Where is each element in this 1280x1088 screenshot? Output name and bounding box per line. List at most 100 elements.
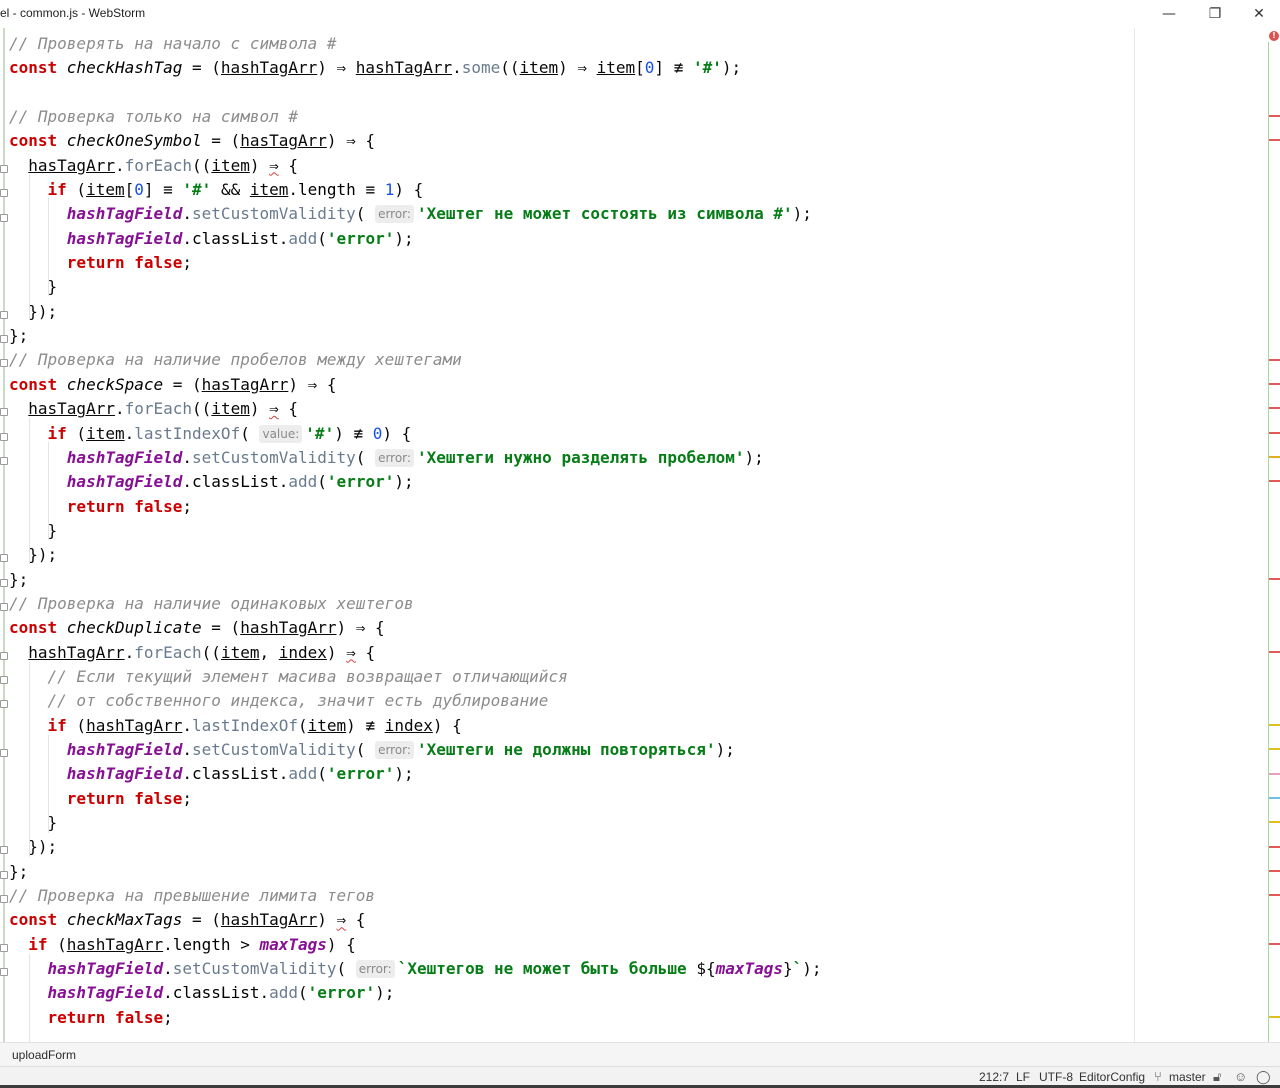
fold-toggle-icon[interactable]: [0, 944, 8, 952]
stripe-marker[interactable]: [1269, 1016, 1280, 1018]
code-line[interactable]: hasTagArr.forEach((item) ⇒ {: [9, 154, 822, 178]
code-line[interactable]: if (item[0] ≡ '#' && item.length ≡ 1) {: [9, 178, 822, 202]
fold-toggle-icon[interactable]: [0, 214, 8, 222]
code-line[interactable]: [9, 81, 822, 105]
code-line[interactable]: };: [9, 324, 822, 348]
fold-toggle-icon[interactable]: [0, 189, 8, 197]
code-line[interactable]: });: [9, 300, 822, 324]
code-line[interactable]: hashTagField.setCustomValidity( error: `Х…: [9, 957, 822, 981]
code-line[interactable]: hashTagField.setCustomValidity( error: 'Х…: [9, 738, 822, 762]
code-line[interactable]: hashTagField.classList.add('error');: [9, 470, 822, 494]
code-line[interactable]: // Проверка на наличие пробелов между хе…: [9, 348, 822, 372]
fold-toggle-icon[interactable]: [0, 165, 8, 173]
code-line[interactable]: const checkDuplicate = (hashTagArr) ⇒ {: [9, 616, 822, 640]
editor-config[interactable]: EditorConfig: [1079, 1070, 1145, 1084]
code-line[interactable]: return false;: [9, 1006, 822, 1030]
stripe-marker[interactable]: [1269, 821, 1280, 824]
code-line[interactable]: hashTagField.setCustomValidity( error: 'Х…: [9, 202, 822, 226]
code-line[interactable]: const checkHashTag = (hashTagArr) ⇒ hash…: [9, 56, 822, 80]
code-line[interactable]: hashTagField.setCustomValidity( error: 'Х…: [9, 446, 822, 470]
code-line[interactable]: };: [9, 568, 822, 592]
maximize-button[interactable]: ❐: [1192, 0, 1238, 28]
fold-toggle-icon[interactable]: [0, 554, 8, 562]
stripe-marker[interactable]: [1269, 748, 1280, 751]
fold-toggle-icon[interactable]: [0, 676, 8, 684]
code-line[interactable]: hashTagField.classList.add('error');: [9, 762, 822, 786]
code-token: item: [86, 423, 125, 443]
stripe-marker[interactable]: [1269, 894, 1280, 897]
code-line[interactable]: return false;: [9, 787, 822, 811]
code-line[interactable]: if (item.lastIndexOf( value: '#') ≢ 0) {: [9, 422, 822, 446]
minimize-button[interactable]: —: [1146, 0, 1192, 28]
code-line[interactable]: const checkSpace = (hasTagArr) ⇒ {: [9, 373, 822, 397]
code-line[interactable]: const checkMaxTags = (hashTagArr) ⇒ {: [9, 908, 822, 932]
fold-toggle-icon[interactable]: [0, 457, 8, 465]
error-indicator-icon[interactable]: !: [1269, 31, 1279, 41]
code-editor[interactable]: // Проверять на начало с символа # const …: [0, 28, 1268, 1042]
code-line[interactable]: });: [9, 835, 822, 859]
code-line[interactable]: };: [9, 860, 822, 884]
stripe-marker[interactable]: [1269, 845, 1280, 848]
line-separator[interactable]: LF: [1016, 1070, 1030, 1084]
fold-toggle-icon[interactable]: [0, 408, 8, 416]
error-stripe[interactable]: !: [1268, 28, 1280, 1042]
fold-toggle-icon[interactable]: [0, 433, 8, 441]
caret-position[interactable]: 212:7: [979, 1070, 1009, 1084]
event-log-icon[interactable]: ◯: [1256, 1069, 1271, 1085]
stripe-marker[interactable]: [1269, 139, 1280, 142]
close-window-button[interactable]: ✕: [1236, 0, 1280, 28]
stripe-marker[interactable]: [1269, 650, 1280, 653]
fold-toggle-icon[interactable]: [0, 846, 8, 854]
fold-toggle-icon[interactable]: [0, 603, 8, 611]
code-line[interactable]: }: [9, 519, 822, 543]
code-line[interactable]: hashTagField.classList.add('error');: [9, 981, 822, 1005]
fold-toggle-icon[interactable]: [0, 652, 8, 660]
breadcrumb-item[interactable]: uploadForm: [12, 1048, 76, 1062]
fold-toggle-icon[interactable]: [0, 749, 8, 757]
code-text[interactable]: // Проверять на начало с символа # const …: [9, 32, 822, 1030]
fold-toggle-icon[interactable]: [0, 700, 8, 708]
code-line[interactable]: hashTagField.classList.add('error');: [9, 227, 822, 251]
git-branch[interactable]: master: [1169, 1070, 1206, 1084]
code-line[interactable]: // Проверка на превышение лимита тегов: [9, 884, 822, 908]
file-encoding[interactable]: UTF-8: [1039, 1070, 1073, 1084]
code-line[interactable]: if (hashTagArr.length > maxTags) {: [9, 933, 822, 957]
stripe-marker[interactable]: [1269, 407, 1280, 410]
stripe-marker[interactable]: [1269, 796, 1280, 799]
fold-toggle-icon[interactable]: [0, 359, 8, 367]
stripe-marker[interactable]: [1269, 358, 1280, 361]
code-line[interactable]: // от собственного индекса, значит есть …: [9, 689, 822, 713]
stripe-marker[interactable]: [1269, 942, 1280, 945]
fold-toggle-icon[interactable]: [0, 968, 8, 976]
code-line[interactable]: // Если текущий элемент масива возвращае…: [9, 665, 822, 689]
code-line[interactable]: if (hashTagArr.lastIndexOf(item) ≢ index…: [9, 714, 822, 738]
fold-toggle-icon[interactable]: [0, 579, 8, 587]
lock-icon[interactable]: 🔓︎: [1213, 1069, 1221, 1085]
stripe-marker[interactable]: [1269, 382, 1280, 385]
code-line[interactable]: return false;: [9, 251, 822, 275]
fold-toggle-icon[interactable]: [0, 311, 8, 319]
inspector-icon[interactable]: ☺: [1234, 1069, 1247, 1084]
fold-toggle-icon[interactable]: [0, 335, 8, 343]
stripe-marker[interactable]: [1269, 115, 1280, 118]
code-line[interactable]: });: [9, 543, 822, 567]
code-line[interactable]: }: [9, 811, 822, 835]
code-line[interactable]: }: [9, 275, 822, 299]
code-line[interactable]: const checkOneSymbol = (hasTagArr) ⇒ {: [9, 129, 822, 153]
stripe-marker[interactable]: [1269, 869, 1280, 872]
stripe-marker[interactable]: [1269, 723, 1280, 726]
code-line[interactable]: hasTagArr.forEach((item) ⇒ {: [9, 397, 822, 421]
fold-toggle-icon[interactable]: [0, 895, 8, 903]
fold-toggle-icon[interactable]: [0, 871, 8, 879]
code-line[interactable]: // Проверка только на символ #: [9, 105, 822, 129]
code-line[interactable]: // Проверять на начало с символа #: [9, 32, 822, 56]
stripe-marker[interactable]: [1269, 480, 1280, 483]
code-line[interactable]: // Проверка на наличие одинаковых хештег…: [9, 592, 822, 616]
code-line[interactable]: hashTagArr.forEach((item, index) ⇒ {: [9, 641, 822, 665]
stripe-marker[interactable]: [1269, 455, 1280, 458]
stripe-marker[interactable]: [1269, 577, 1280, 580]
stripe-marker[interactable]: [1269, 772, 1280, 775]
code-line[interactable]: return false;: [9, 495, 822, 519]
stripe-marker[interactable]: [1269, 431, 1280, 434]
